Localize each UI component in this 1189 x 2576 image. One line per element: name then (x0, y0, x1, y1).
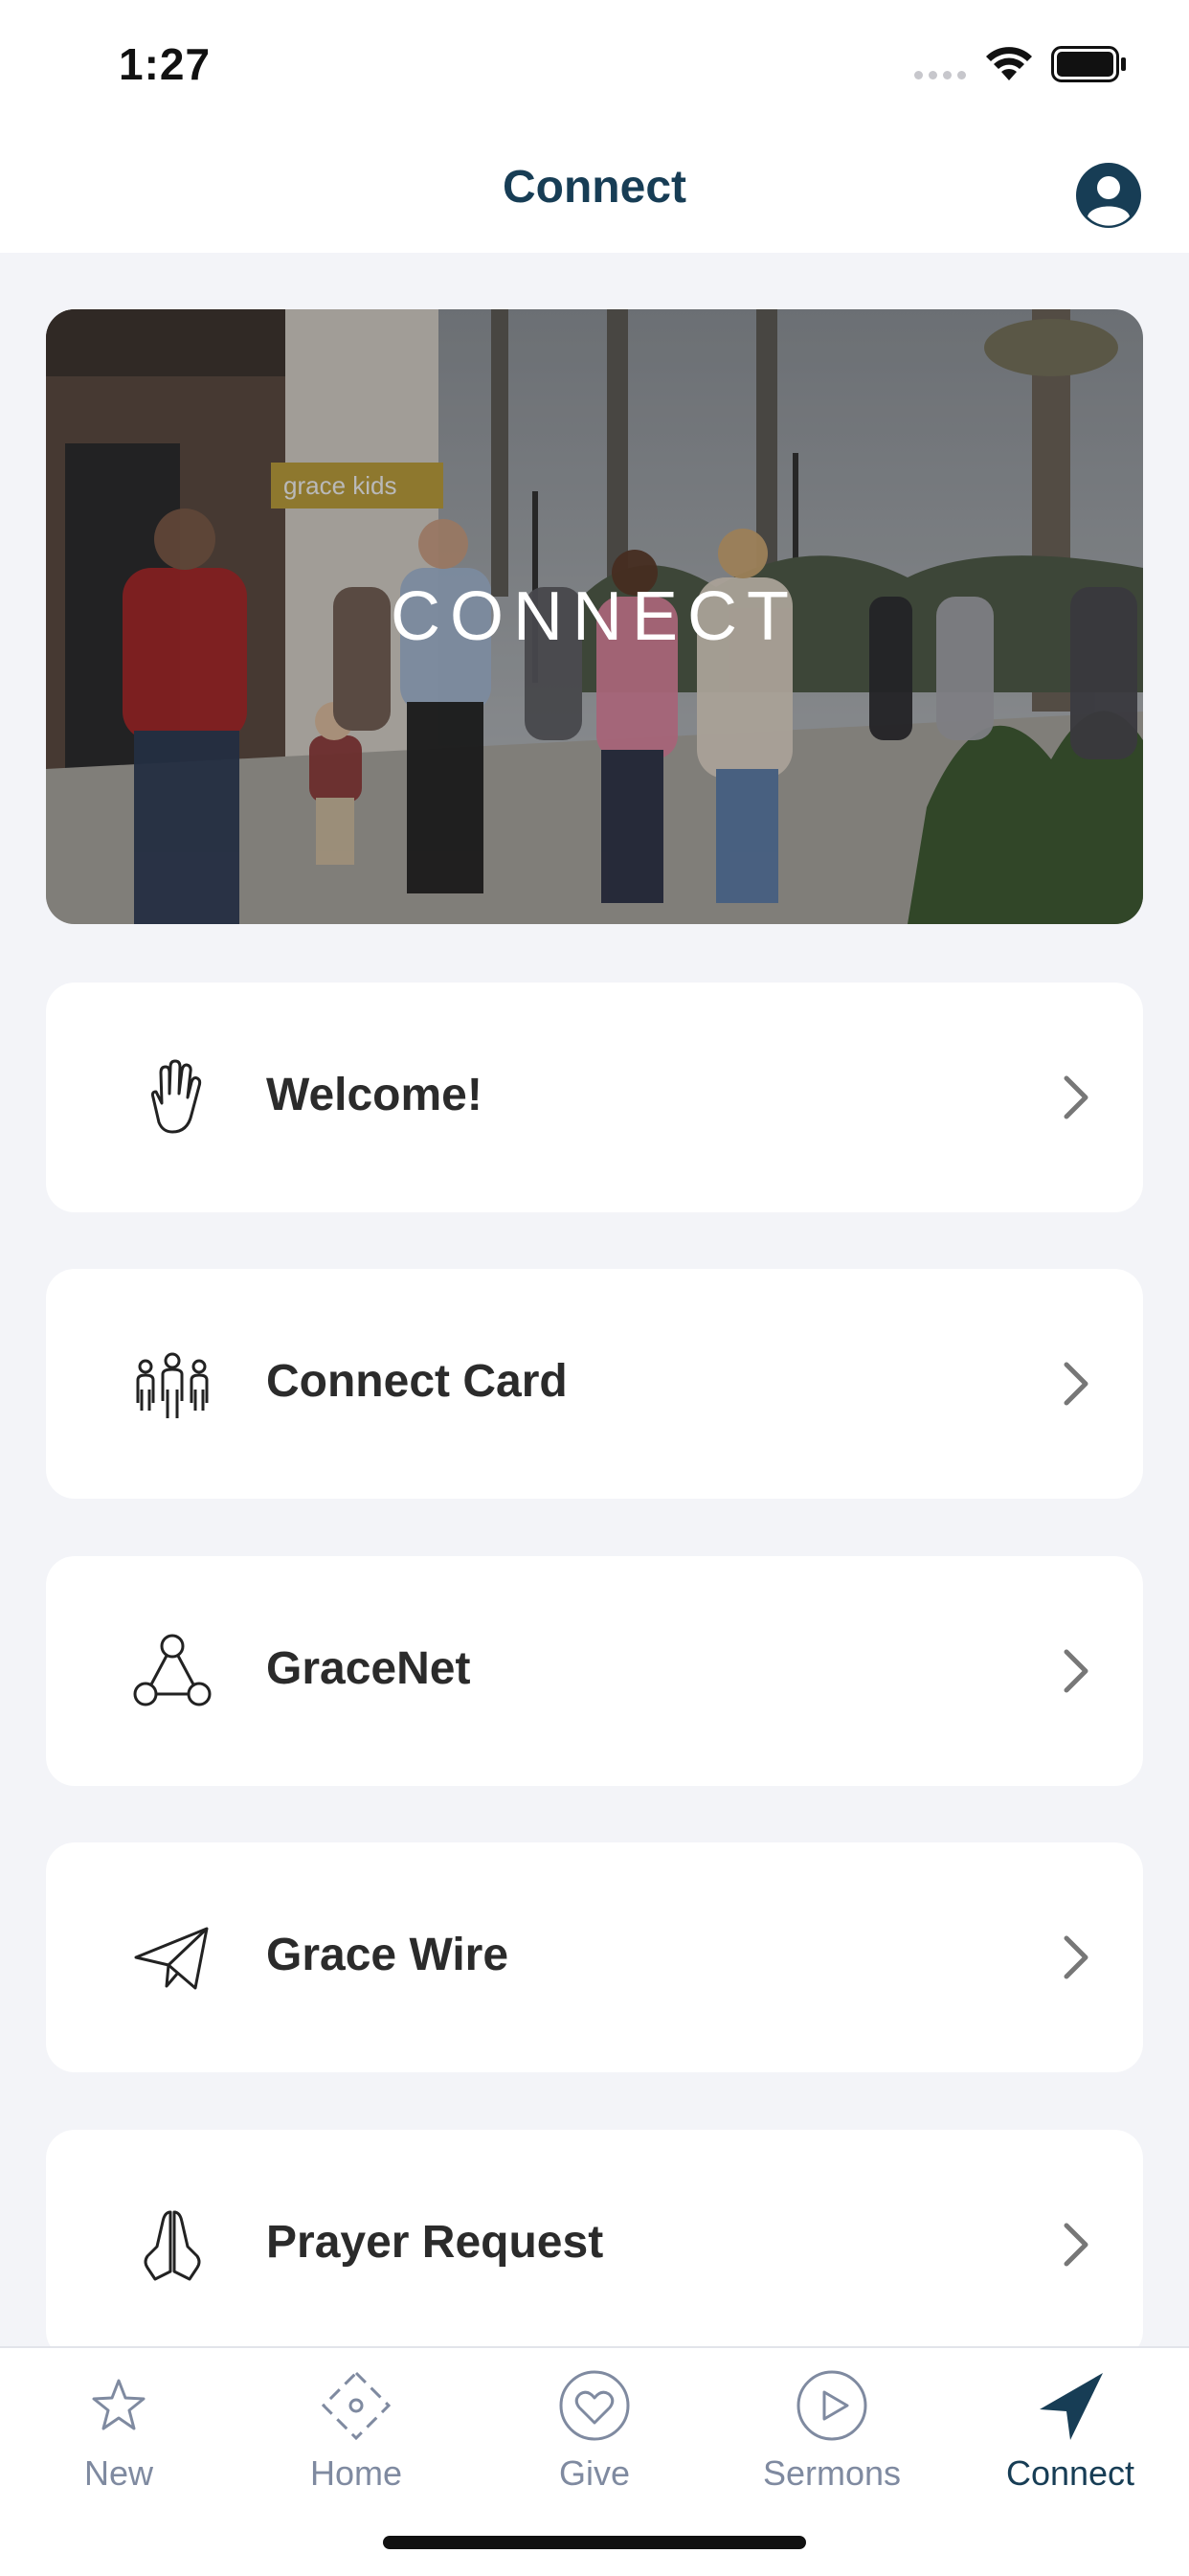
hero-banner[interactable]: grace kids CONNECT (46, 309, 1143, 924)
status-time: 1:27 (119, 39, 212, 89)
network-nodes-icon (133, 1634, 212, 1706)
praying-hands-icon (144, 2210, 201, 2281)
menu-item-connect-card[interactable]: Connect Card (46, 1269, 1143, 1499)
navigation-bar: Connect (0, 134, 1189, 253)
raised-hand-icon (150, 1059, 202, 1134)
tab-connect[interactable]: Connect (965, 2356, 1176, 2509)
chevron-right-icon (1064, 1935, 1088, 1979)
tab-sermons[interactable]: Sermons (727, 2356, 937, 2509)
play-circle-icon (796, 2370, 867, 2441)
menu-item-label: Welcome! (266, 1070, 482, 1120)
menu-item-gracenet[interactable]: GraceNet (46, 1556, 1143, 1786)
navigation-arrow-icon (1040, 2373, 1103, 2440)
battery-icon (1051, 46, 1126, 82)
people-group-icon (136, 1352, 209, 1418)
menu-item-welcome[interactable]: Welcome! (46, 983, 1143, 1212)
tab-label: New (83, 2453, 154, 2493)
tab-label: Sermons (762, 2453, 902, 2493)
menu-item-label: Grace Wire (266, 1930, 509, 1980)
star-icon (92, 2379, 146, 2430)
menu-item-prayer-request[interactable]: Prayer Request (46, 2130, 1143, 2360)
wifi-icon (986, 47, 1032, 80)
chevron-right-icon (1064, 1075, 1088, 1119)
cellular-signal-icon (914, 71, 966, 79)
profile-button[interactable] (1074, 161, 1143, 230)
tab-label: Home (309, 2453, 403, 2493)
menu-item-grace-wire[interactable]: Grace Wire (46, 1842, 1143, 2072)
person-circle-icon (1076, 163, 1141, 228)
paper-plane-icon (134, 1927, 209, 1990)
page-title: Connect (503, 162, 686, 213)
tab-label: Connect (1005, 2453, 1135, 2493)
status-bar: 1:27 (0, 0, 1189, 134)
menu-item-label: Connect Card (266, 1356, 568, 1407)
heart-circle-icon (559, 2370, 630, 2441)
tab-give[interactable]: Give (489, 2356, 700, 2509)
chevron-right-icon (1064, 2223, 1088, 2267)
menu-item-label: GraceNet (266, 1643, 471, 1694)
home-diamond-icon (321, 2370, 392, 2441)
chevron-right-icon (1064, 1649, 1088, 1693)
tab-new[interactable]: New (13, 2356, 224, 2509)
tab-label: Give (558, 2453, 631, 2493)
hero-title: CONNECT (391, 578, 798, 655)
menu-item-label: Prayer Request (266, 2217, 604, 2268)
tab-home[interactable]: Home (251, 2356, 461, 2509)
chevron-right-icon (1064, 1362, 1088, 1406)
home-indicator[interactable] (383, 2536, 806, 2549)
